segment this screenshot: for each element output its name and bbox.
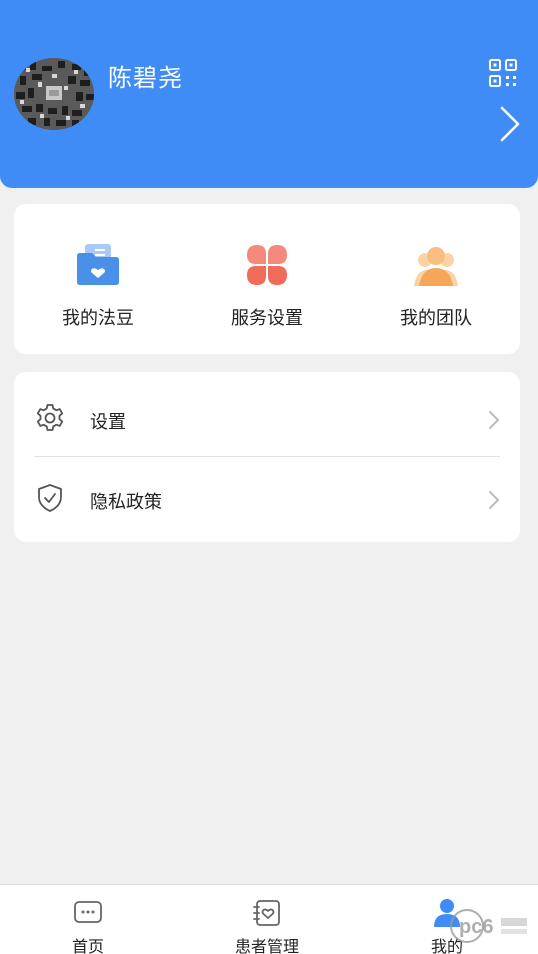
action-service-settings[interactable]: 服务设置 <box>183 204 351 354</box>
chevron-right-icon <box>488 410 500 430</box>
grid-petals-icon <box>242 240 292 290</box>
menu-item-settings[interactable]: 设置 <box>14 376 520 456</box>
menu-card: 设置 隐私政策 <box>14 372 520 542</box>
svg-text:pc6: pc6 <box>459 916 493 938</box>
profile-header[interactable]: 陈碧尧 <box>0 0 538 188</box>
gear-icon <box>34 402 66 434</box>
action-my-team[interactable]: 我的团队 <box>352 204 520 354</box>
shield-check-icon <box>34 482 66 514</box>
tab-label: 首页 <box>71 937 104 954</box>
chat-dots-icon <box>72 897 104 929</box>
team-icon <box>411 240 461 290</box>
folder-heart-icon <box>73 240 123 290</box>
chevron-right-icon[interactable] <box>498 104 522 144</box>
watermark-logo: pc6 <box>449 906 531 946</box>
action-label: 服务设置 <box>231 308 303 329</box>
action-label: 我的团队 <box>400 308 472 329</box>
tab-label: 患者管理 <box>234 937 299 954</box>
chevron-right-icon <box>488 490 500 510</box>
heart-doc-icon <box>251 897 283 929</box>
action-label: 我的法豆 <box>62 308 134 329</box>
tab-home[interactable]: 首页 <box>28 885 148 954</box>
action-my-fadou[interactable]: 我的法豆 <box>14 204 182 354</box>
menu-label: 设置 <box>90 412 126 433</box>
qr-code-icon[interactable] <box>488 58 518 88</box>
quick-actions-card: 我的法豆 服务设置 我的团队 <box>14 204 520 354</box>
menu-item-privacy-policy[interactable]: 隐私政策 <box>14 456 520 536</box>
menu-label: 隐私政策 <box>90 492 162 513</box>
avatar[interactable] <box>14 58 94 130</box>
tab-patient-management[interactable]: 患者管理 <box>207 885 327 954</box>
user-name: 陈碧尧 <box>108 64 183 92</box>
